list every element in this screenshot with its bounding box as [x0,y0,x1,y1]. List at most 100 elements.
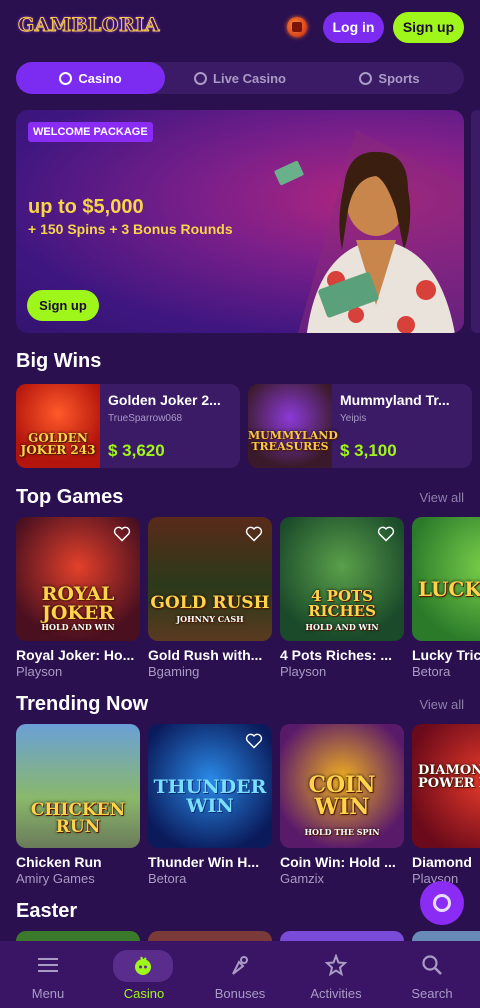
game-thumb-image: DIAMOND POWER XXL [412,724,480,848]
bonuses-icon [221,951,259,979]
tab-casino[interactable]: Casino [16,62,165,94]
casino-icon [113,950,173,982]
tab-label: Casino [78,70,122,86]
thumb-subtitle: HOLD AND WIN [41,622,115,632]
top-games-view-all-link[interactable]: View all [419,490,464,505]
nav-label: Search [411,986,453,1001]
thumb-title: GOLDEN JOKER 243 [20,431,96,457]
win-game-name: Mummyland Tr... [340,392,450,408]
promo-title: up to $5,000 [28,196,144,218]
thumb-title: ROYAL JOKER [41,583,115,624]
bottom-navigation: Menu Casino Bonuses Activities Search [0,941,480,1008]
game-tile[interactable]: THUNDER WIN Thunder Win H... Betora [148,724,272,886]
big-wins-title: Big Wins [16,350,102,372]
category-tabs: Casino Live Casino Sports [16,62,464,94]
support-chat-button[interactable] [420,881,464,925]
thumb-title: COIN WIN [308,772,376,820]
thumb-title: GOLD RUSH [150,593,270,613]
tab-label: Sports [378,70,420,86]
win-amount: $ 3,100 [340,441,397,460]
nav-label: Casino [123,986,165,1001]
logo[interactable]: GAMBLORIA [18,14,160,37]
game-name: Thunder Win H... [148,854,260,870]
casino-icon [59,71,73,85]
game-name: Chicken Run [16,854,102,870]
thumb-title: CHICKEN RUN [30,800,126,837]
game-tile[interactable]: 4 POTS RICHES HOLD AND WIN 4 Pots Riches… [280,517,404,679]
easter-title: Easter [16,900,78,922]
game-provider: Playson [16,664,63,679]
big-win-card[interactable]: MUMMYLAND TREASURES Mummyland Tr... Yeip… [248,384,472,468]
login-button[interactable]: Log in [323,12,384,43]
tab-sports[interactable]: Sports [315,62,464,94]
nav-casino[interactable]: Casino [96,941,192,1008]
game-provider: Amiry Games [16,871,95,886]
welcome-promo-banner[interactable]: WELCOME PACKAGE up to $5,000 + 150 Spins… [16,110,464,333]
top-games-title: Top Games [16,486,124,508]
game-tile[interactable]: COIN WIN HOLD THE SPIN Coin Win: Hold ..… [280,724,404,886]
trending-view-all-link[interactable]: View all [419,697,464,712]
nav-activities[interactable]: Activities [288,941,384,1008]
signup-button[interactable]: Sign up [393,12,464,43]
gift-icon[interactable] [287,17,307,37]
nav-menu[interactable]: Menu [0,941,96,1008]
game-provider: Bgaming [148,664,200,679]
promo-subtitle: + 150 Spins + 3 Bonus Rounds [28,221,233,237]
header: GAMBLORIA Log in Sign up [0,0,480,56]
promo-badge: WELCOME PACKAGE [28,122,153,142]
game-name: 4 Pots Riches: ... [280,647,393,663]
sports-icon [359,71,373,85]
thumb-title: THUNDER WIN [153,776,267,817]
game-tile[interactable]: GOLD RUSH JOHNNY CASH Gold Rush with... … [148,517,272,679]
thumb-title: LUCKY TR [418,577,480,601]
live-icon [194,71,208,85]
favorite-heart-icon[interactable] [245,526,263,542]
game-provider: Betora [412,664,451,679]
thumb-subtitle: HOLD AND WIN [305,622,379,632]
game-tile[interactable]: LUCKY TR Lucky Tric Betora [412,517,480,679]
favorite-heart-icon[interactable] [113,526,131,542]
game-thumb-image: 4 POTS RICHES HOLD AND WIN [280,517,404,641]
lifebuoy-icon [433,894,451,912]
tab-live-casino[interactable]: Live Casino [165,62,315,94]
win-thumb-image: GOLDEN JOKER 243 [16,384,100,468]
game-provider: Gamzix [280,871,325,886]
game-tile[interactable]: DIAMOND POWER XXL Diamond Playson [412,724,480,886]
game-thumb-image: CHICKEN RUN [16,724,140,848]
win-thumb-image: MUMMYLAND TREASURES [248,384,338,468]
win-username: Yeipis [340,413,367,424]
menu-icon [29,951,67,979]
game-thumb-image: GOLD RUSH JOHNNY CASH [148,517,272,641]
trending-title: Trending Now [16,693,149,715]
thumb-subtitle: HOLD THE SPIN [304,827,380,837]
thumb-title: MUMMYLAND TREASURES [248,429,338,453]
thumb-title: DIAMOND POWER XXL [418,763,480,791]
win-username: TrueSparrow068 [108,413,183,424]
tab-label: Live Casino [213,70,286,86]
nav-label: Menu [31,986,65,1001]
favorite-heart-icon[interactable] [245,733,263,749]
game-provider: Betora [148,871,187,886]
nav-label: Bonuses [214,986,266,1001]
game-name: Gold Rush with... [148,647,263,663]
game-name: Diamond [412,854,472,870]
game-tile[interactable]: CHICKEN RUN Chicken Run Amiry Games [16,724,140,886]
promo-hero-image [274,130,464,333]
game-name: Coin Win: Hold ... [280,854,396,870]
game-name: Royal Joker: Ho... [16,647,135,663]
big-win-card[interactable]: GOLDEN JOKER 243 Golden Joker 2... TrueS… [16,384,240,468]
nav-bonuses[interactable]: Bonuses [192,941,288,1008]
game-thumb-image: THUNDER WIN [148,724,272,848]
search-icon [413,951,451,979]
game-tile[interactable]: ROYAL JOKER HOLD AND WIN Royal Joker: Ho… [16,517,140,679]
game-name: Lucky Tric [412,647,480,663]
nav-search[interactable]: Search [384,941,480,1008]
promo-signup-button[interactable]: Sign up [27,290,99,321]
win-game-name: Golden Joker 2... [108,392,221,408]
win-amount: $ 3,620 [108,441,165,460]
nav-label: Activities [310,986,362,1001]
next-promo-peek[interactable] [471,110,480,333]
activities-icon [317,951,355,979]
game-thumb-image: LUCKY TR [412,517,480,641]
favorite-heart-icon[interactable] [377,526,395,542]
